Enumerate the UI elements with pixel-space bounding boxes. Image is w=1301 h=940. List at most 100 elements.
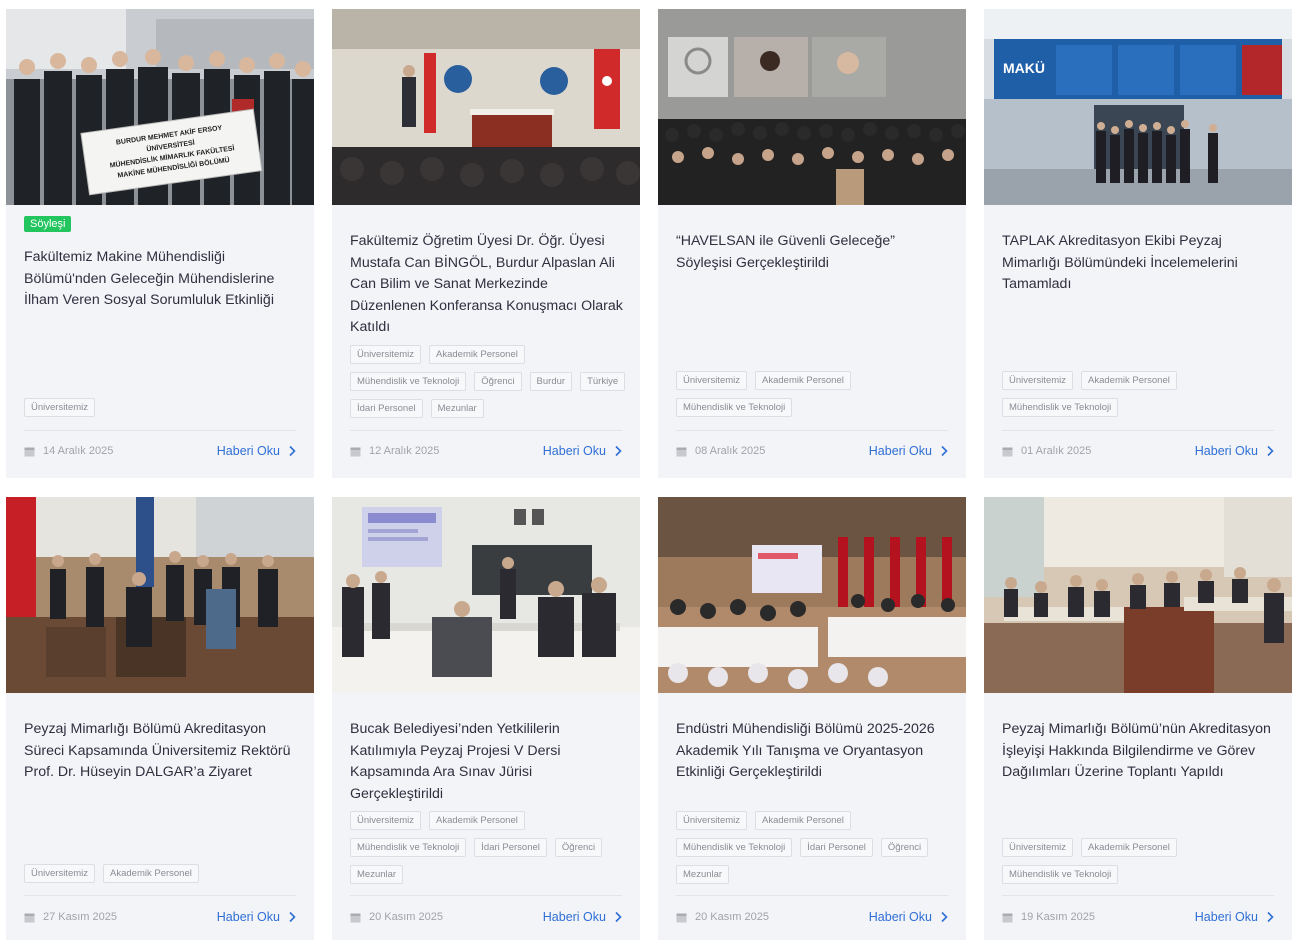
read-more-link[interactable]: Haberi Oku bbox=[869, 910, 948, 924]
chevron-right-icon bbox=[1267, 445, 1274, 457]
news-title[interactable]: Endüstri Mühendisliği Bölümü 2025-2026 A… bbox=[676, 719, 952, 784]
tag[interactable]: Mühendislik ve Teknoloji bbox=[676, 398, 793, 417]
news-photo[interactable] bbox=[984, 497, 1292, 693]
tag[interactable]: Akademik Personel bbox=[429, 811, 525, 830]
tag[interactable]: Akademik Personel bbox=[1081, 838, 1177, 857]
divider bbox=[676, 430, 948, 431]
calendar-icon bbox=[350, 913, 361, 922]
tag[interactable]: İdari Personel bbox=[474, 838, 547, 857]
news-title[interactable]: Fakültemiz Öğretim Üyesi Dr. Öğr. Üyesi … bbox=[350, 231, 626, 339]
tag[interactable]: İdari Personel bbox=[350, 399, 423, 418]
tag[interactable]: Üniversitemiz bbox=[1002, 838, 1074, 857]
tag[interactable]: Üniversitemiz bbox=[350, 345, 422, 364]
date-text: 01 Aralık 2025 bbox=[1021, 445, 1092, 457]
tag[interactable]: Üniversitemiz bbox=[24, 398, 96, 417]
read-more-label: Haberi Oku bbox=[868, 910, 932, 924]
news-card[interactable]: Peyzaj Mimarlığı Bölümü Akreditasyon Sür… bbox=[6, 497, 314, 940]
tag[interactable]: Öğrenci bbox=[474, 372, 522, 391]
read-more-label: Haberi Oku bbox=[542, 910, 606, 924]
tag[interactable]: Türkiye bbox=[580, 372, 626, 391]
tag[interactable]: Öğrenci bbox=[554, 838, 603, 857]
tag[interactable]: Öğrenci bbox=[880, 838, 929, 857]
news-photo[interactable] bbox=[658, 497, 966, 693]
read-more-link[interactable]: Haberi Oku bbox=[543, 910, 622, 924]
news-photo[interactable] bbox=[332, 497, 640, 693]
card-footer: 08 Aralık 2025 Haberi Oku bbox=[676, 441, 948, 461]
tag-list: Üniversitemiz Akademik Personel Mühendis… bbox=[676, 811, 952, 884]
chevron-right-icon bbox=[615, 911, 622, 923]
news-card[interactable]: Endüstri Mühendisliği Bölümü 2025-2026 A… bbox=[658, 497, 966, 940]
tag[interactable]: Üniversitemiz bbox=[676, 811, 748, 830]
read-more-label: Haberi Oku bbox=[1194, 444, 1258, 458]
news-date: 20 Kasım 2025 bbox=[676, 911, 769, 923]
tag[interactable]: Üniversitemiz bbox=[676, 371, 748, 390]
date-text: 27 Kasım 2025 bbox=[43, 911, 117, 923]
news-title[interactable]: Peyzaj Mimarlığı Bölümü Akreditasyon Sür… bbox=[24, 719, 300, 784]
tag[interactable]: İdari Personel bbox=[800, 838, 873, 857]
tag[interactable]: Mühendislik ve Teknoloji bbox=[1002, 398, 1119, 417]
read-more-link[interactable]: Haberi Oku bbox=[1195, 444, 1274, 458]
news-title[interactable]: TAPLAK Akreditasyon Ekibi Peyzaj Mimarlı… bbox=[1002, 231, 1278, 296]
card-footer: 01 Aralık 2025 Haberi Oku bbox=[1002, 441, 1274, 461]
chevron-right-icon bbox=[289, 445, 296, 457]
read-more-link[interactable]: Haberi Oku bbox=[1195, 910, 1274, 924]
tag[interactable]: Mezunlar bbox=[676, 865, 730, 884]
news-title[interactable]: Peyzaj Mimarlığı Bölümü’nün Akreditasyon… bbox=[1002, 719, 1278, 784]
news-title[interactable]: Bucak Belediyesi’nden Yetkililerin Katıl… bbox=[350, 719, 626, 805]
news-photo[interactable]: MAKÜ bbox=[984, 9, 1292, 205]
read-more-link[interactable]: Haberi Oku bbox=[217, 910, 296, 924]
tag-list: Üniversitemiz bbox=[24, 398, 300, 417]
news-title[interactable]: Fakültemiz Makine Mühendisliği Bölümü'nd… bbox=[24, 247, 300, 312]
news-card[interactable]: BURDUR MEHMET AKİF ERSOY ÜNİVERSİTESİ MÜ… bbox=[6, 9, 314, 478]
date-text: 14 Aralık 2025 bbox=[43, 445, 114, 457]
news-card[interactable]: Peyzaj Mimarlığı Bölümü’nün Akreditasyon… bbox=[984, 497, 1292, 940]
tag-list: Üniversitemiz Akademik Personel Mühendis… bbox=[350, 811, 626, 884]
read-more-label: Haberi Oku bbox=[216, 444, 280, 458]
tag[interactable]: Mezunlar bbox=[350, 865, 404, 884]
news-date: 20 Kasım 2025 bbox=[350, 911, 443, 923]
tag-list: Üniversitemiz Akademik Personel Mühendis… bbox=[676, 371, 952, 417]
read-more-label: Haberi Oku bbox=[868, 444, 932, 458]
card-footer: 27 Kasım 2025 Haberi Oku bbox=[24, 907, 296, 927]
news-card[interactable]: “HAVELSAN ile Güvenli Geleceğe” Söyleşis… bbox=[658, 9, 966, 478]
calendar-icon bbox=[676, 913, 687, 922]
tag[interactable]: Burdur bbox=[529, 372, 573, 391]
tag[interactable]: Üniversitemiz bbox=[350, 811, 422, 830]
tag[interactable]: Akademik Personel bbox=[755, 811, 851, 830]
tag-list: Üniversitemiz Akademik Personel Mühendis… bbox=[350, 345, 626, 418]
tag[interactable]: Mühendislik ve Teknoloji bbox=[350, 372, 467, 391]
tag[interactable]: Akademik Personel bbox=[429, 345, 525, 364]
news-card[interactable]: MAKÜ TAPLAK Akreditasyon Ekibi Peyzaj Mi… bbox=[984, 9, 1292, 478]
chevron-right-icon bbox=[1267, 911, 1274, 923]
divider bbox=[676, 895, 948, 896]
tag[interactable]: Üniversitemiz bbox=[24, 864, 96, 883]
news-photo[interactable] bbox=[658, 9, 966, 205]
tag[interactable]: Akademik Personel bbox=[755, 371, 851, 390]
tag[interactable]: Akademik Personel bbox=[103, 864, 199, 883]
tag[interactable]: Mühendislik ve Teknoloji bbox=[676, 838, 793, 857]
card-footer: 20 Kasım 2025 Haberi Oku bbox=[676, 907, 948, 927]
news-photo[interactable] bbox=[6, 497, 314, 693]
tag[interactable]: Mezunlar bbox=[430, 399, 484, 418]
news-date: 12 Aralık 2025 bbox=[350, 445, 439, 457]
news-photo[interactable]: BURDUR MEHMET AKİF ERSOY ÜNİVERSİTESİ MÜ… bbox=[6, 9, 314, 205]
news-date: 27 Kasım 2025 bbox=[24, 911, 117, 923]
read-more-link[interactable]: Haberi Oku bbox=[869, 444, 948, 458]
read-more-label: Haberi Oku bbox=[1194, 910, 1258, 924]
tag[interactable]: Mühendislik ve Teknoloji bbox=[350, 838, 467, 857]
read-more-link[interactable]: Haberi Oku bbox=[543, 444, 622, 458]
news-card[interactable]: Fakültemiz Öğretim Üyesi Dr. Öğr. Üyesi … bbox=[332, 9, 640, 478]
news-title[interactable]: “HAVELSAN ile Güvenli Geleceğe” Söyleşis… bbox=[676, 231, 952, 274]
news-card[interactable]: Bucak Belediyesi’nden Yetkililerin Katıl… bbox=[332, 497, 640, 940]
read-more-link[interactable]: Haberi Oku bbox=[217, 444, 296, 458]
news-photo[interactable] bbox=[332, 9, 640, 205]
read-more-label: Haberi Oku bbox=[542, 444, 606, 458]
category-badge[interactable]: Söyleşi bbox=[24, 216, 72, 232]
chevron-right-icon bbox=[615, 445, 622, 457]
tag[interactable]: Mühendislik ve Teknoloji bbox=[1002, 865, 1119, 884]
sign-text: MAKÜ bbox=[1003, 60, 1045, 76]
tag[interactable]: Akademik Personel bbox=[1081, 371, 1177, 390]
tag-list: Üniversitemiz Akademik Personel Mühendis… bbox=[1002, 371, 1278, 417]
tag[interactable]: Üniversitemiz bbox=[1002, 371, 1074, 390]
chevron-right-icon bbox=[941, 445, 948, 457]
